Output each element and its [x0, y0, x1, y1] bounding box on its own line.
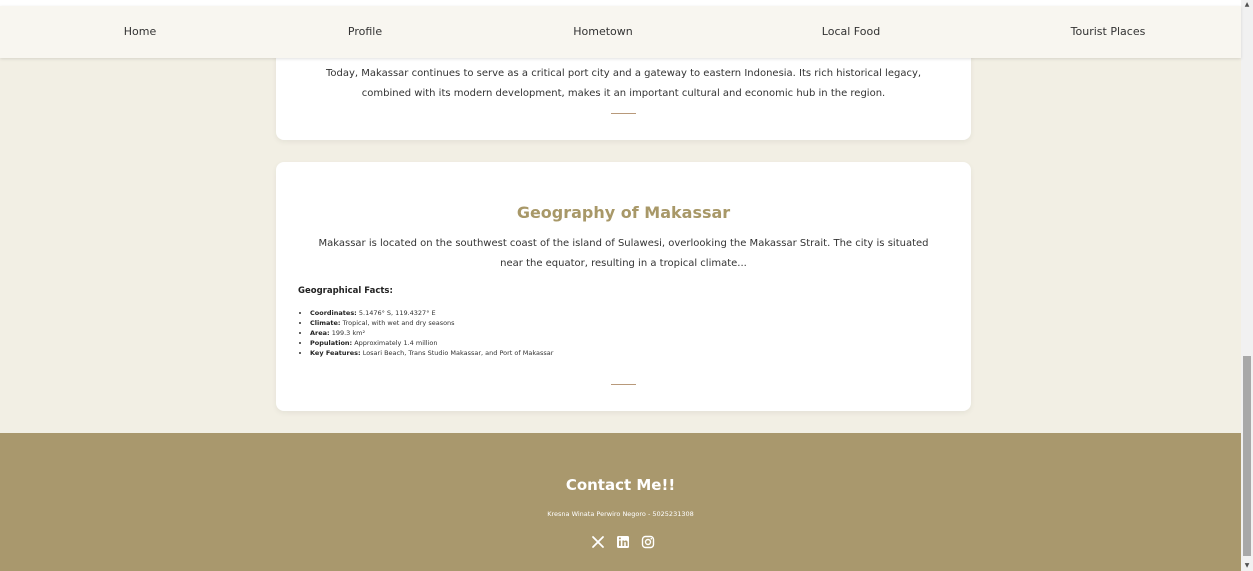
facts-heading: Geographical Facts: [298, 286, 393, 296]
geography-card: Geography of Makassar Makassar is locate… [276, 162, 971, 411]
footer: Contact Me!! Kresna Winata Perwiro Negor… [0, 433, 1241, 571]
fact-value: Losari Beach, Trans Studio Makassar, and… [360, 349, 554, 357]
fact-item: Key Features: Losari Beach, Trans Studio… [310, 348, 553, 358]
fact-item: Coordinates: 5.1476° S, 119.4327° E [310, 308, 553, 318]
nav-hometown[interactable]: Hometown [573, 6, 633, 58]
instagram-icon[interactable] [641, 535, 655, 549]
fact-value: 199.3 km² [329, 329, 366, 337]
fact-item: Climate: Tropical, with wet and dry seas… [310, 318, 553, 328]
fact-label: Coordinates: [310, 309, 357, 317]
nav-local-food[interactable]: Local Food [822, 6, 880, 58]
scroll-up-arrow-icon[interactable]: ▲ [1241, 0, 1253, 10]
nav-home[interactable]: Home [124, 6, 156, 58]
fact-value: Approximately 1.4 million [352, 339, 438, 347]
nav-tourist-places[interactable]: Tourist Places [1071, 6, 1146, 58]
x-icon[interactable] [591, 535, 605, 549]
fact-label: Area: [310, 329, 330, 337]
scroll-down-arrow-icon[interactable]: ▼ [1241, 561, 1253, 571]
card-divider [611, 113, 636, 114]
contact-title: Contact Me!! [565, 476, 676, 494]
fact-label: Population: [310, 339, 353, 347]
card-divider [611, 384, 636, 385]
scroll-thumb[interactable] [1243, 356, 1251, 556]
fact-item: Population: Approximately 1.4 million [310, 338, 553, 348]
contact-name: Kresna Winata Perwiro Negoro - 502523130… [547, 510, 694, 518]
facts-list: Coordinates: 5.1476° S, 119.4327° E Clim… [298, 308, 553, 358]
linkedin-icon[interactable] [616, 535, 630, 549]
fact-value: Tropical, with wet and dry seasons [340, 319, 455, 327]
fact-label: Key Features: [310, 349, 361, 357]
vertical-scrollbar[interactable]: ▲ ▼ [1241, 0, 1253, 571]
geography-paragraph: Makassar is located on the southwest coa… [318, 238, 929, 269]
history-paragraph: Today, Makassar continues to serve as a … [325, 68, 922, 99]
fact-value: 5.1476° S, 119.4327° E [356, 309, 436, 317]
fact-item: Area: 199.3 km² [310, 328, 553, 338]
fact-label: Climate: [310, 319, 341, 327]
top-navbar: Home Profile Hometown Local Food Tourist… [0, 6, 1241, 58]
geography-title: Geography of Makassar [516, 203, 731, 222]
nav-profile[interactable]: Profile [348, 6, 382, 58]
